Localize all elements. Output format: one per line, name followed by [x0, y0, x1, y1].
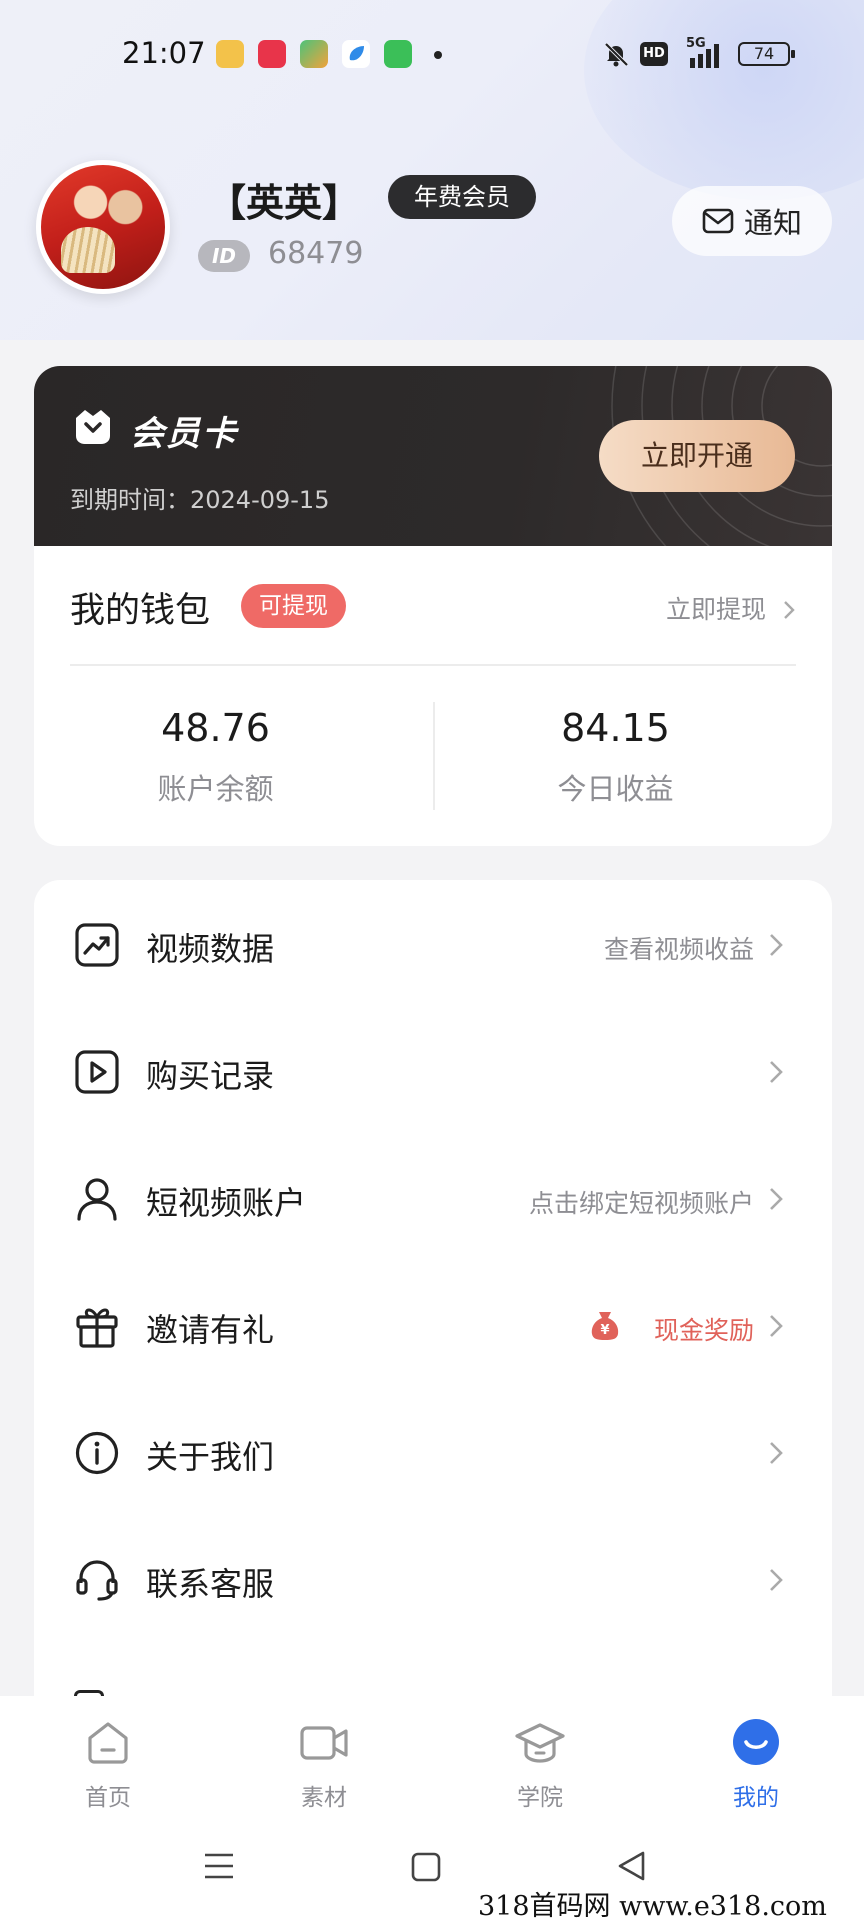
- menu-item-label: 联系客服: [146, 1565, 275, 1603]
- nav-label: 学院: [517, 1785, 563, 1811]
- home-square-icon[interactable]: [411, 1852, 441, 1882]
- info-circle-icon: [75, 1431, 119, 1475]
- id-badge: ID: [198, 240, 250, 272]
- status-time: 21:07: [122, 36, 206, 70]
- divider: [70, 664, 796, 666]
- nav-mine[interactable]: 我的: [696, 1716, 816, 1812]
- nav-home[interactable]: 首页: [48, 1716, 168, 1812]
- member-card-title: 会员卡: [130, 414, 238, 454]
- menu-item-label: 关于我们: [146, 1438, 275, 1476]
- notification-label: 通知: [743, 206, 802, 240]
- chevron-right-icon: [784, 601, 795, 619]
- menu-item-hint: 点击绑定短视频账户: [528, 1189, 754, 1218]
- wallet-title: 我的钱包: [70, 591, 211, 631]
- withdrawable-tag: 可提现: [241, 584, 346, 628]
- headset-icon: [76, 1560, 118, 1601]
- battery-indicator: 74: [738, 42, 795, 66]
- member-card: 会员卡 到期时间：2024-09-15 立即开通: [34, 366, 832, 546]
- menu-item-customer-service[interactable]: 联系客服: [34, 1515, 832, 1642]
- notification-app-icon: [342, 40, 370, 68]
- notification-button[interactable]: 通知: [672, 186, 832, 256]
- nav-materials[interactable]: 素材: [264, 1716, 384, 1812]
- gift-icon: [76, 1308, 118, 1348]
- notification-app-icon: [384, 40, 412, 68]
- menu-item-label: 邀请有礼: [146, 1311, 275, 1349]
- chevron-right-icon: [770, 1442, 783, 1464]
- home-icon: [88, 1722, 128, 1764]
- menu-item-video-data[interactable]: 视频数据 查看视频收益: [34, 880, 832, 1007]
- balance-stat[interactable]: 48.76 账户余额: [34, 706, 397, 808]
- menu-item-about-us[interactable]: 关于我们: [34, 1388, 832, 1515]
- vip-crown-icon: [76, 410, 110, 444]
- menu-lines-icon[interactable]: [204, 1852, 234, 1880]
- withdraw-link-label: 立即提现: [666, 595, 767, 624]
- hd-badge: HD: [640, 42, 668, 66]
- notification-app-icon: [258, 40, 286, 68]
- chart-trend-icon: [75, 923, 119, 967]
- today-earnings-label: 今日收益: [557, 772, 674, 806]
- nav-label: 我的: [733, 1785, 779, 1811]
- video-camera-icon: [300, 1726, 348, 1760]
- notification-app-icon: [300, 40, 328, 68]
- menu-item-purchase-records[interactable]: 购买记录: [34, 1007, 832, 1134]
- user-icon: [77, 1178, 117, 1221]
- money-bag-icon: ¥: [591, 1312, 619, 1340]
- status-bar: 21:07 HD 5G 74: [0, 0, 864, 108]
- menu-item-invite-gift[interactable]: 邀请有礼 ¥ 现金奖励: [34, 1261, 832, 1388]
- today-earnings-stat[interactable]: 84.15 今日收益: [434, 706, 797, 808]
- profile-smile-icon: [733, 1719, 779, 1765]
- chevron-right-icon: [770, 1061, 783, 1083]
- menu-item-short-video-account[interactable]: 短视频账户 点击绑定短视频账户: [34, 1134, 832, 1261]
- expire-date: 到期时间：2024-09-15: [70, 486, 330, 514]
- balance-label: 账户余额: [157, 772, 274, 806]
- nav-academy[interactable]: 学院: [480, 1716, 600, 1812]
- mail-icon: [702, 208, 734, 234]
- menu-item-label: 短视频账户: [146, 1184, 307, 1222]
- menu-item-hint: 现金奖励: [653, 1316, 754, 1345]
- play-square-icon: [75, 1050, 119, 1094]
- balance-value: 48.76: [161, 706, 270, 750]
- svg-text:¥: ¥: [600, 1323, 609, 1338]
- notification-app-icon: [216, 40, 244, 68]
- member-badge: 年费会员: [388, 175, 536, 219]
- menu-item-label: 视频数据: [146, 930, 275, 968]
- wallet-panel: 我的钱包 可提现 立即提现 48.76 账户余额 84.15 今日收益: [34, 546, 832, 846]
- mute-bell-icon: [604, 42, 629, 67]
- today-earnings-value: 84.15: [561, 706, 670, 750]
- menu-item-label: 购买记录: [146, 1057, 275, 1095]
- chevron-right-icon: [770, 1188, 783, 1210]
- menu-item-hint: 查看视频收益: [603, 935, 754, 964]
- watermark: 318首码网 www.e318.com: [478, 1891, 827, 1920]
- graduation-cap-icon: [515, 1723, 565, 1763]
- signal-icon: [690, 44, 719, 68]
- user-id: 68479: [268, 236, 364, 271]
- chevron-right-icon: [770, 1315, 783, 1337]
- chevron-right-icon: [770, 934, 783, 956]
- nav-label: 首页: [85, 1785, 131, 1811]
- withdraw-link[interactable]: 立即提现: [666, 590, 796, 626]
- username: 【英英】: [208, 181, 361, 225]
- menu-list: 视频数据 查看视频收益 购买记录 短视频账户 点击绑定短视频账户 邀请有礼 ¥ …: [34, 880, 832, 1740]
- open-membership-button[interactable]: 立即开通: [599, 420, 795, 492]
- back-triangle-icon[interactable]: [616, 1850, 648, 1882]
- chevron-right-icon: [770, 1569, 783, 1591]
- avatar[interactable]: [36, 160, 170, 294]
- more-notifications-dot: [434, 51, 442, 59]
- nav-label: 素材: [301, 1785, 347, 1811]
